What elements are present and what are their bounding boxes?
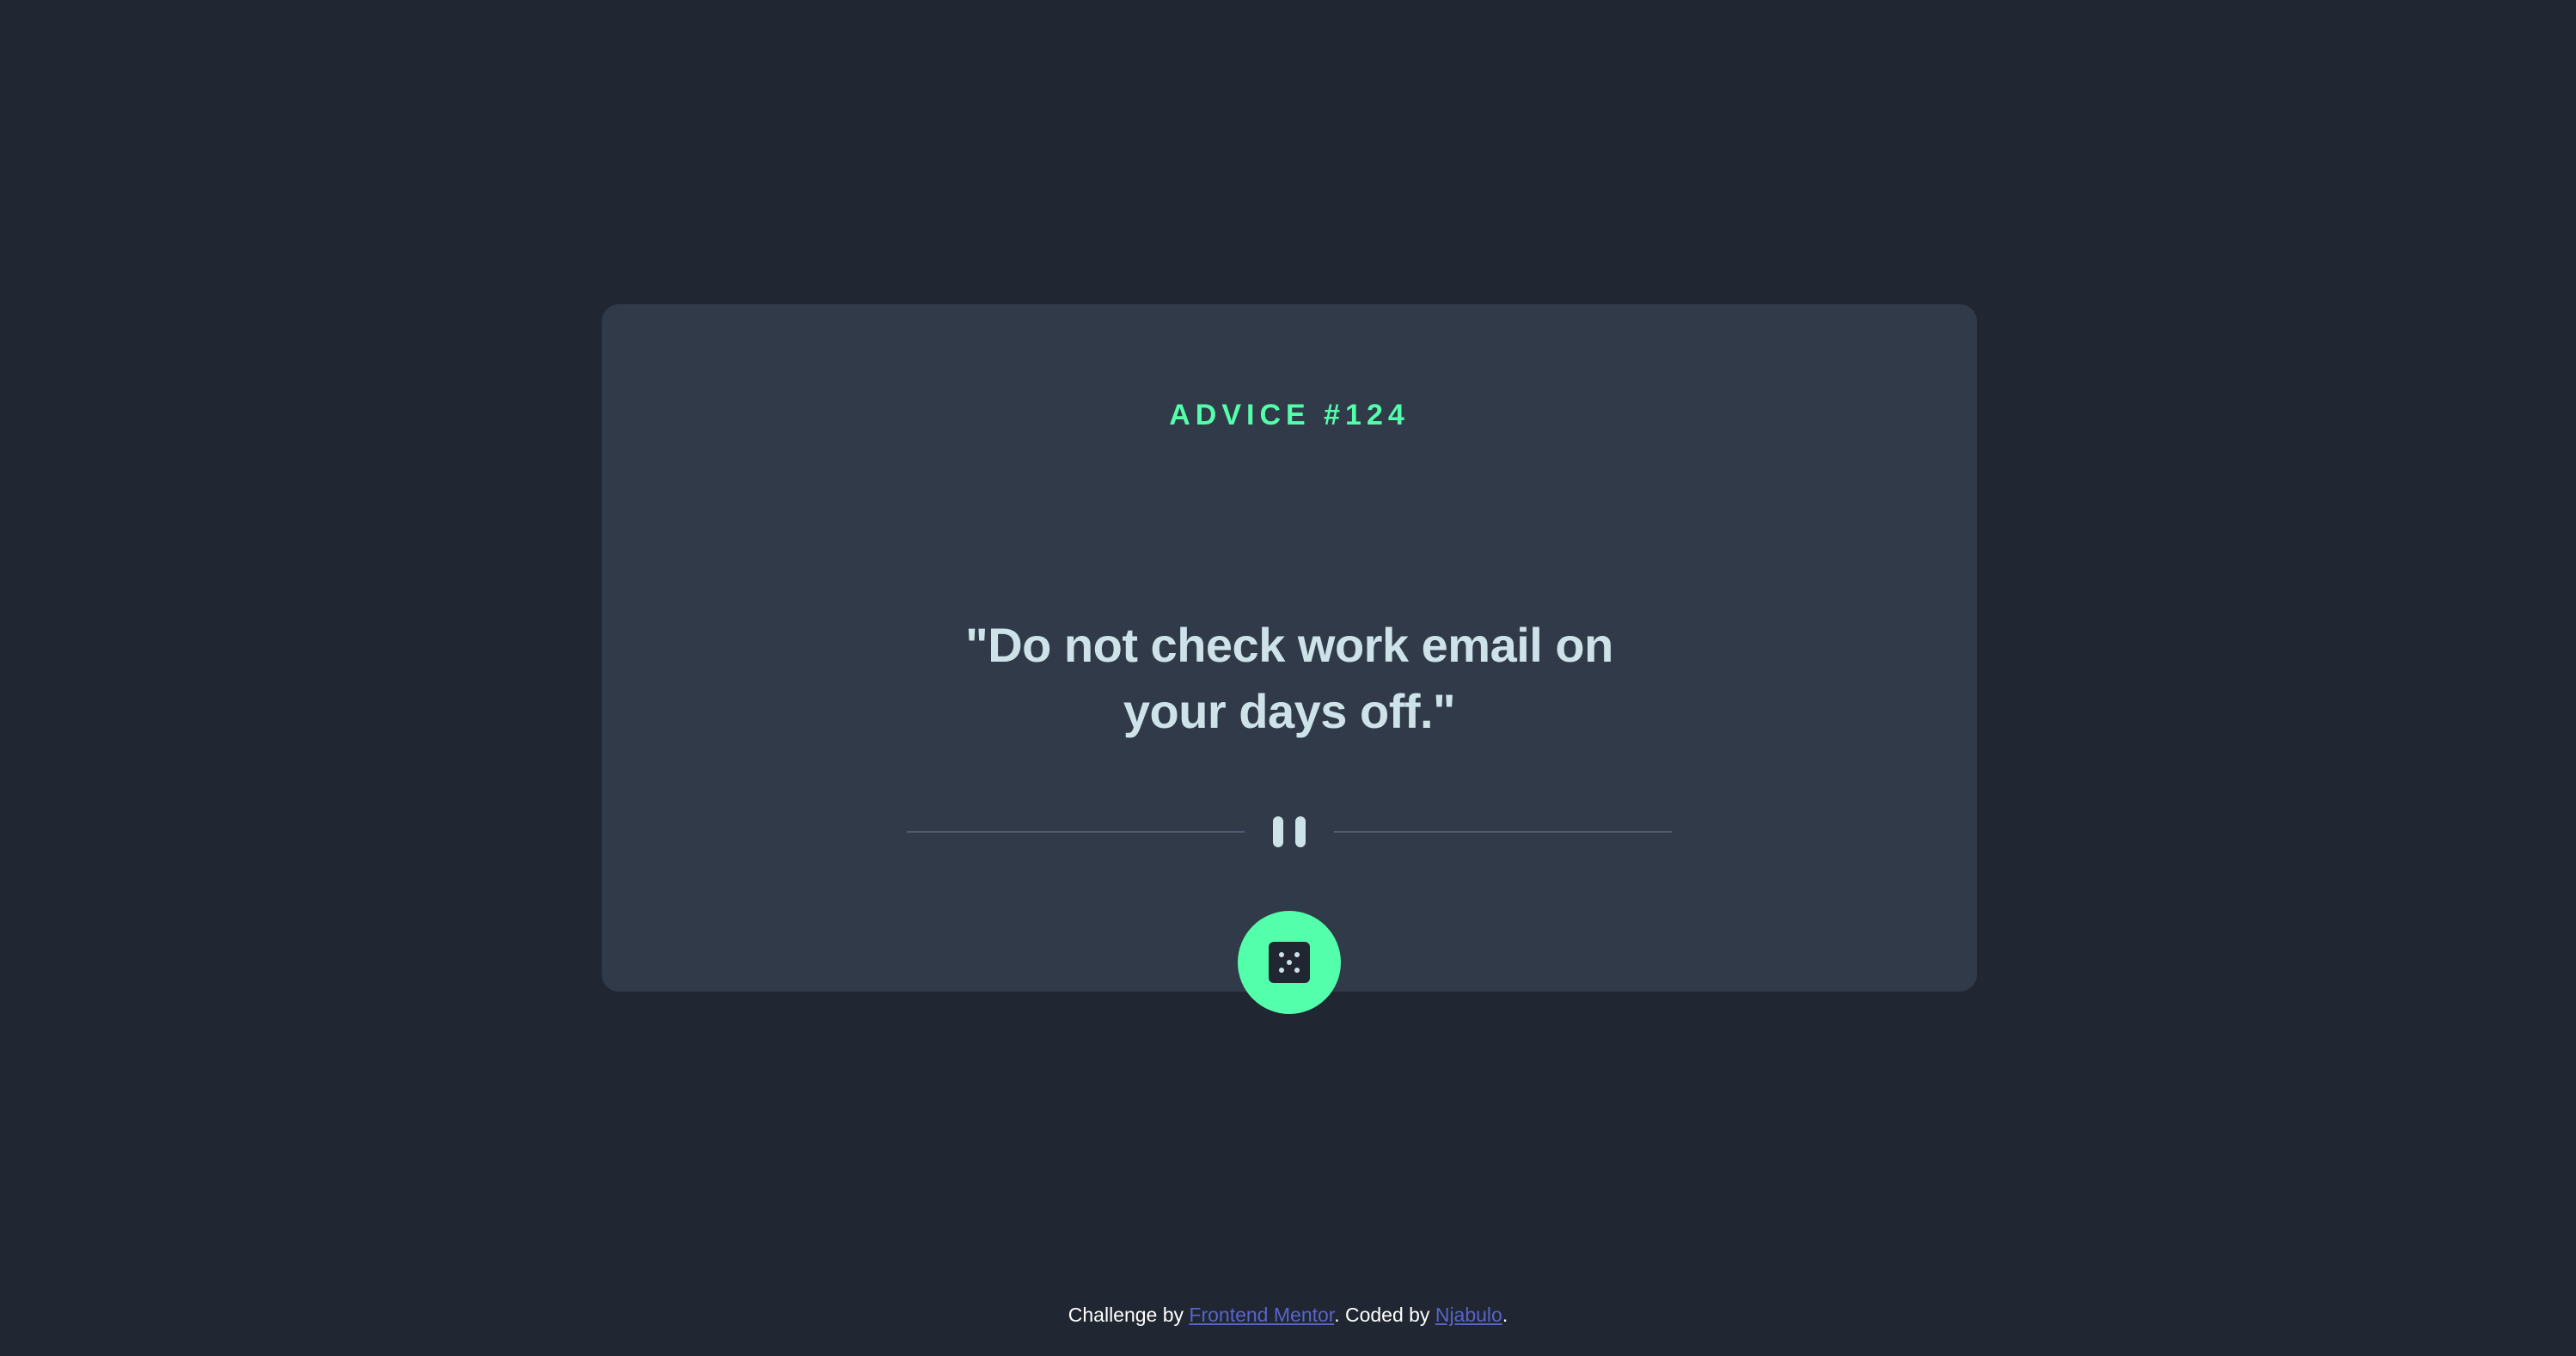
author-link[interactable]: Njabulo xyxy=(1435,1304,1502,1326)
footer-prefix: Challenge by xyxy=(1068,1304,1190,1326)
attribution-footer: Challenge by Frontend Mentor. Coded by N… xyxy=(0,1298,2576,1332)
footer-suffix: . xyxy=(1502,1304,1508,1326)
advice-quote: "Do not check work email on your days of… xyxy=(965,618,1613,738)
frontend-mentor-link[interactable]: Frontend Mentor xyxy=(1189,1304,1334,1326)
divider-line-left xyxy=(907,831,1245,833)
advice-card: ADVICE #124 "Do not check work email on … xyxy=(602,304,1977,1014)
pause-bar-left xyxy=(1273,816,1283,847)
dice-icon xyxy=(1269,942,1310,983)
new-advice-button[interactable] xyxy=(1238,911,1341,1014)
pause-icon xyxy=(1273,816,1306,847)
pause-bar-right xyxy=(1295,816,1306,847)
advice-id: ADVICE #124 xyxy=(1169,398,1410,431)
footer-middle: . Coded by xyxy=(1334,1304,1435,1326)
divider-line-right xyxy=(1334,831,1672,833)
pattern-divider xyxy=(907,816,1672,847)
